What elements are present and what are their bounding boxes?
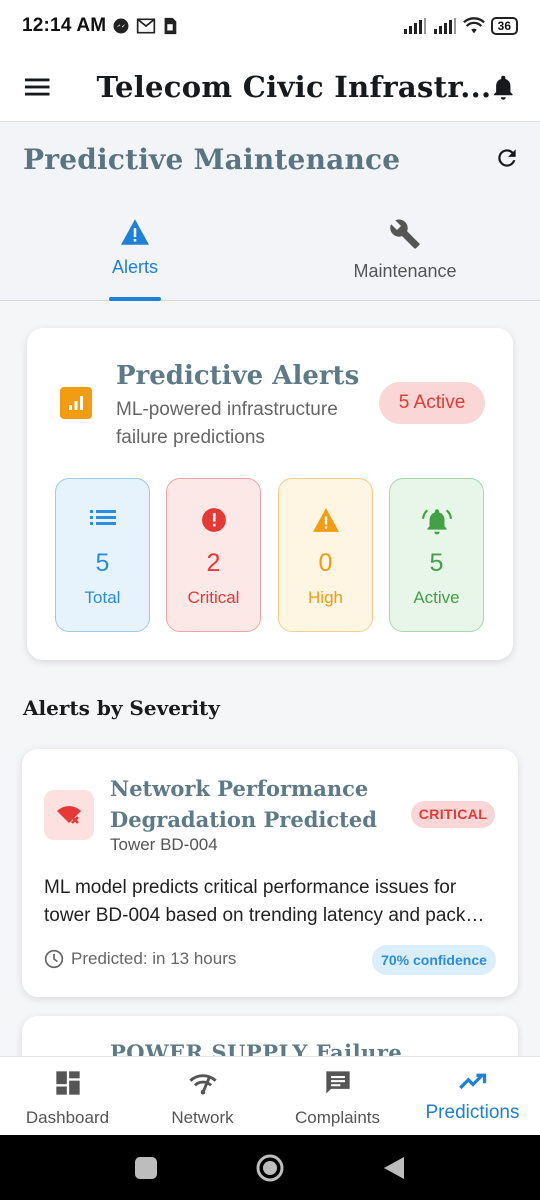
nav-complaints[interactable]: Complaints: [270, 1057, 405, 1135]
system-nav-bar: [0, 1135, 540, 1200]
status-time: 12:14 AM: [22, 15, 107, 36]
stat-high-value: 0: [318, 549, 333, 577]
back-button[interactable]: [382, 1155, 406, 1181]
predictive-alerts-card: Predictive Alerts ML-powered infrastruct…: [27, 328, 513, 660]
nav-predictions[interactable]: Predictions: [405, 1057, 540, 1135]
section-title: Alerts by Severity: [23, 696, 220, 720]
dashboard-icon: [55, 1071, 80, 1095]
stat-high[interactable]: 0 High: [278, 478, 373, 632]
status-bar: 12:14 AM 36: [0, 0, 540, 52]
summary-title: Predictive Alerts: [116, 361, 360, 391]
stat-total[interactable]: 5 Total: [55, 478, 150, 632]
app-bar: Telecom Civic Infrastr...: [0, 52, 540, 122]
wifi-icon: [462, 17, 485, 34]
menu-icon[interactable]: [24, 76, 50, 98]
refresh-icon[interactable]: [494, 145, 520, 171]
bell-icon[interactable]: [491, 73, 516, 101]
nav-label: Complaints: [294, 1108, 381, 1127]
stat-critical-value: 2: [206, 549, 221, 577]
stat-total-value: 5: [95, 549, 110, 577]
warning-icon: [312, 508, 339, 532]
stat-total-label: Total: [84, 588, 121, 607]
severity-badge: CRITICAL: [411, 801, 495, 828]
alert-description: ML model predicts critical performance i…: [44, 874, 504, 930]
wrench-icon: [390, 219, 420, 249]
stat-high-label: High: [308, 588, 343, 607]
nav-label: Network: [171, 1108, 234, 1127]
recents-button[interactable]: [134, 1156, 158, 1180]
nav-dashboard[interactable]: Dashboard: [0, 1057, 135, 1135]
error-icon: [201, 508, 226, 532]
summary-subtitle: ML-powered infrastructure failure predic…: [116, 399, 338, 448]
alert-description-line: tower BD-004 based on trending latency a…: [44, 905, 485, 926]
tab-maintenance[interactable]: Maintenance: [270, 218, 540, 282]
stat-active[interactable]: 5 Active: [389, 478, 484, 632]
analytics-icon: [60, 387, 92, 419]
alert-card[interactable]: Network Performance Degradation Predicte…: [22, 749, 518, 997]
home-button[interactable]: [255, 1153, 285, 1183]
battery-icon: 36: [490, 17, 518, 35]
clock-icon: [44, 949, 64, 969]
nav-label: Predictions: [425, 1102, 520, 1123]
signal-icon: [403, 18, 426, 34]
confidence-badge: 70% confidence: [372, 945, 496, 975]
alert-description-line: ML model predicts critical performance i…: [44, 877, 457, 898]
tab-alerts[interactable]: Alerts: [0, 218, 270, 278]
chat-icon: [325, 1071, 350, 1094]
tab-alerts-label: Alerts: [111, 257, 158, 277]
active-count-badge: 5 Active: [379, 382, 485, 424]
signal-icon: [433, 18, 456, 34]
stat-critical-label: Critical: [187, 588, 240, 607]
tab-indicator: [109, 297, 161, 301]
nav-label: Dashboard: [25, 1108, 110, 1127]
messenger-icon: [113, 18, 129, 34]
trending-up-icon: [458, 1073, 486, 1090]
app-title: Telecom Civic Infrastr...: [96, 69, 492, 104]
sim-icon: [164, 17, 177, 35]
alert-predicted-text: Predicted: in 13 hours: [71, 949, 237, 968]
tab-maintenance-label: Maintenance: [353, 261, 457, 281]
alarm-bell-icon: [421, 509, 452, 535]
gmail-icon: [137, 18, 156, 34]
page-title: Predictive Maintenance: [23, 143, 401, 176]
nav-network[interactable]: Network: [135, 1057, 270, 1135]
signal-off-icon: [44, 790, 94, 840]
page-header: Predictive Maintenance Alerts Maintenanc…: [0, 123, 540, 301]
bottom-navigation: Dashboard Network Complaints Predictions: [0, 1056, 540, 1135]
alert-title: Network Performance Degradation Predicte…: [110, 776, 377, 832]
warning-icon: [121, 219, 149, 245]
stat-critical[interactable]: 2 Critical: [166, 478, 261, 632]
alert-prediction: Predicted: in 13 hours: [44, 949, 236, 969]
network-gauge-icon: [188, 1074, 217, 1095]
stat-active-value: 5: [429, 549, 444, 577]
list-icon: [89, 510, 116, 525]
alert-tower: Tower BD-004: [110, 835, 218, 854]
stat-active-label: Active: [413, 588, 460, 607]
